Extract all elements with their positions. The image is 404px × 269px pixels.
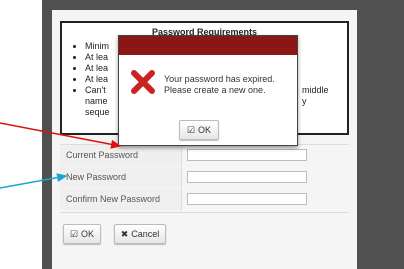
blue-arrow <box>0 173 68 189</box>
red-arrow <box>0 122 122 149</box>
annotation-arrows <box>0 122 122 189</box>
